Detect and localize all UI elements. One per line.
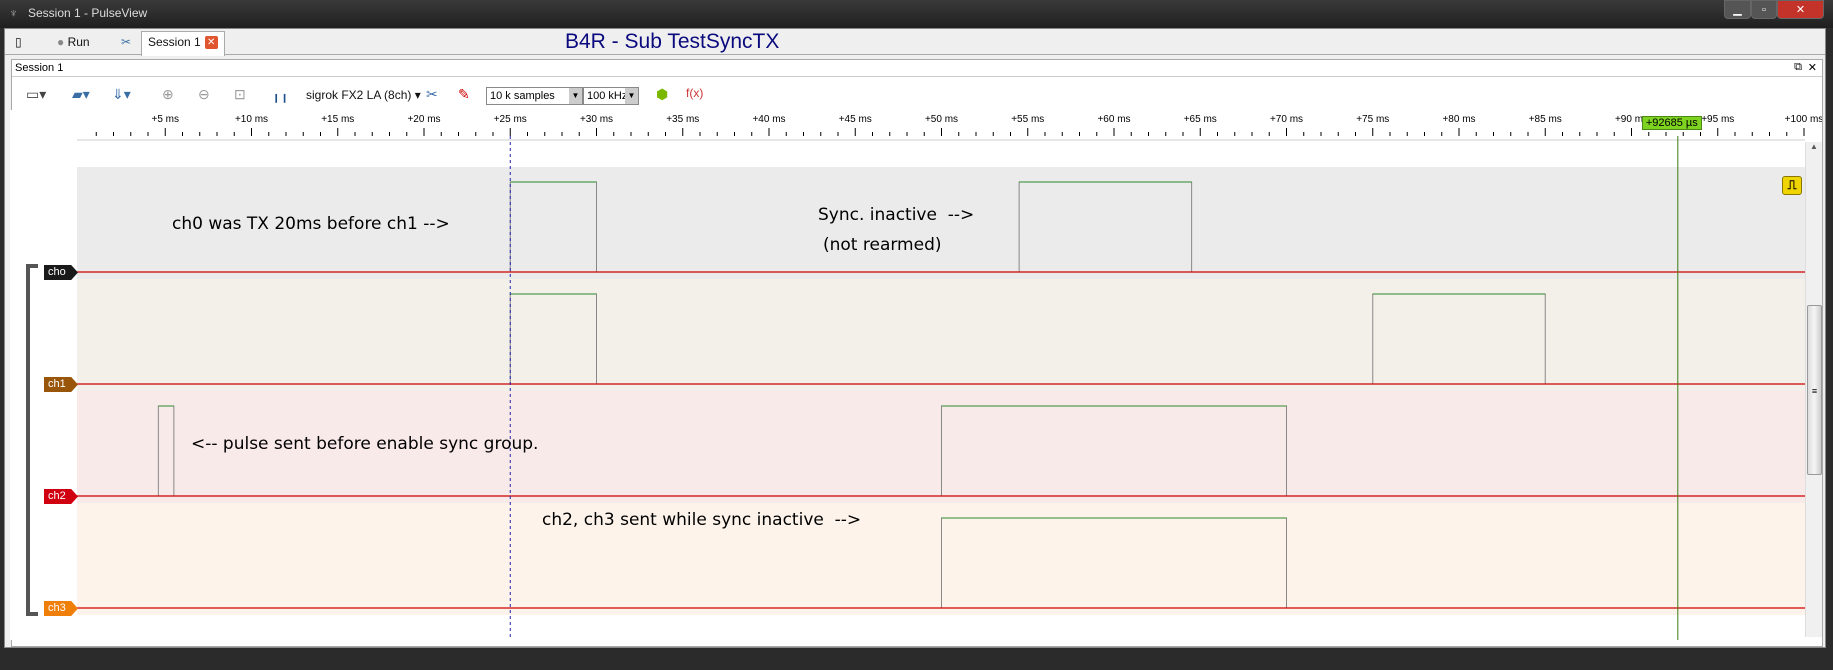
math-icon[interactable]: f(x) (686, 86, 703, 100)
scrollbar-thumb[interactable]: ≡ (1807, 305, 1822, 475)
channel-band-ch1 (77, 279, 1805, 391)
tick-label: +15 ms (321, 114, 354, 125)
annotation-ch0: ch0 was TX 20ms before ch1 --> (172, 214, 450, 234)
annotation-not-rearmed: (not rearmed) (823, 235, 942, 255)
trigger-rising-edge-icon[interactable]: ⎍ (1782, 176, 1802, 195)
new-session-icon[interactable]: ▯ (9, 32, 28, 54)
channel-label-ch3[interactable]: ch3 (44, 601, 78, 616)
tick-label: +30 ms (580, 114, 613, 125)
open-file-icon[interactable]: ▰▾ (72, 86, 90, 103)
channel-label-ch1[interactable]: ch1 (44, 377, 78, 392)
tick-label: +50 ms (925, 114, 958, 125)
samples-value: 10 k samples (490, 90, 555, 102)
zoom-out-icon[interactable]: ⊖ (198, 86, 210, 103)
zoom-fit-icon[interactable]: ⊡ (234, 86, 246, 103)
close-tab-icon[interactable]: ✕ (204, 36, 218, 50)
zoom-in-icon[interactable]: ⊕ (162, 86, 174, 103)
tick-label: +70 ms (1270, 114, 1303, 125)
run-icon: ● (57, 35, 65, 49)
tick-label: +75 ms (1356, 114, 1389, 125)
device-selector[interactable]: sigrok FX2 LA (8ch) ▾ (306, 88, 421, 102)
tick-label: +20 ms (407, 114, 440, 125)
new-view-icon[interactable]: ▭▾ (26, 86, 46, 103)
maximize-button[interactable]: ▫ (1751, 0, 1777, 19)
tick-label: +55 ms (1011, 114, 1044, 125)
annotation-pulse: <-- pulse sent before enable sync group. (191, 434, 539, 454)
channel-label-cho[interactable]: cho (44, 265, 78, 280)
settings-tools-icon[interactable]: ✂ (115, 32, 137, 54)
toolbar: ▭▾ ▰▾ ⇓▾ ⊕ ⊖ ⊡ ╷╷ sigrok FX2 LA (8ch) ▾ … (12, 80, 1822, 110)
tick-label: +45 ms (839, 114, 872, 125)
tab-label: Session 1 (148, 35, 201, 49)
tick-label: +95 ms (1701, 114, 1734, 125)
tick-label: +60 ms (1097, 114, 1130, 125)
chevron-down-icon: ▼ (569, 88, 582, 104)
annotation-sync-inactive: Sync. inactive --> (818, 205, 975, 225)
tick-label: +100 ms (1785, 114, 1822, 125)
window-title: Session 1 - PulseView (28, 6, 148, 20)
chevron-down-icon: ▼ (625, 88, 638, 104)
samplerate-value: 100 kHz (587, 90, 628, 102)
tick-label: +65 ms (1184, 114, 1217, 125)
probe-icon[interactable]: ✎ (458, 86, 470, 103)
tab-bar: ▯ ● Run ✂ Session 1 ✕ B4R - Sub TestSyncT… (5, 29, 1825, 56)
float-icon[interactable]: ⧉ (1794, 61, 1802, 74)
annotation-ch2-ch3: ch2, ch3 sent while sync inactive --> (542, 510, 862, 530)
tick-label: +35 ms (666, 114, 699, 125)
app-icon: ♆ (9, 6, 18, 20)
tick-label: +10 ms (235, 114, 268, 125)
tick-label: +80 ms (1442, 114, 1475, 125)
close-button[interactable]: ✕ (1777, 0, 1824, 19)
tick-label: +5 ms (151, 114, 179, 125)
device-config-icon[interactable]: ✂ (426, 86, 438, 103)
scroll-up-icon[interactable]: ▲ (1806, 142, 1822, 151)
tab-session-1[interactable]: Session 1 ✕ (141, 31, 225, 56)
run-label: Run (67, 35, 90, 49)
tick-label: +40 ms (752, 114, 785, 125)
save-file-icon[interactable]: ⇓▾ (112, 86, 131, 103)
session-header: Session 1 ⧉ ✕ (12, 60, 1822, 77)
tick-label: +85 ms (1529, 114, 1562, 125)
cursors-icon[interactable]: ╷╷ (272, 86, 289, 103)
tick-label: +25 ms (494, 114, 527, 125)
title-bar: ♆ Session 1 - PulseView ▁ ▫ ✕ (0, 0, 1833, 28)
minimize-button[interactable]: ▁ (1724, 0, 1751, 19)
cursor-time-label[interactable]: +92685 µs (1641, 116, 1702, 130)
close-panel-icon[interactable]: ✕ (1808, 61, 1817, 74)
samplerate-select[interactable]: 100 kHz ▼ (583, 87, 639, 105)
decoder-icon[interactable]: ⬢ (656, 86, 668, 103)
session-title: Session 1 (15, 62, 64, 74)
vertical-scrollbar[interactable]: ▲ ≡ (1805, 142, 1822, 637)
run-button[interactable]: ● Run (51, 32, 96, 54)
channel-label-ch2[interactable]: ch2 (44, 489, 78, 504)
trace-view[interactable]: +5 ms +10 ms +15 ms +20 ms +25 ms +30 ms +35 m… (10, 110, 1822, 670)
heading-text: B4R - Sub TestSyncTX (565, 30, 780, 53)
samples-select[interactable]: 10 k samples ▼ (486, 87, 583, 105)
device-label: sigrok FX2 LA (8ch) (306, 88, 412, 102)
